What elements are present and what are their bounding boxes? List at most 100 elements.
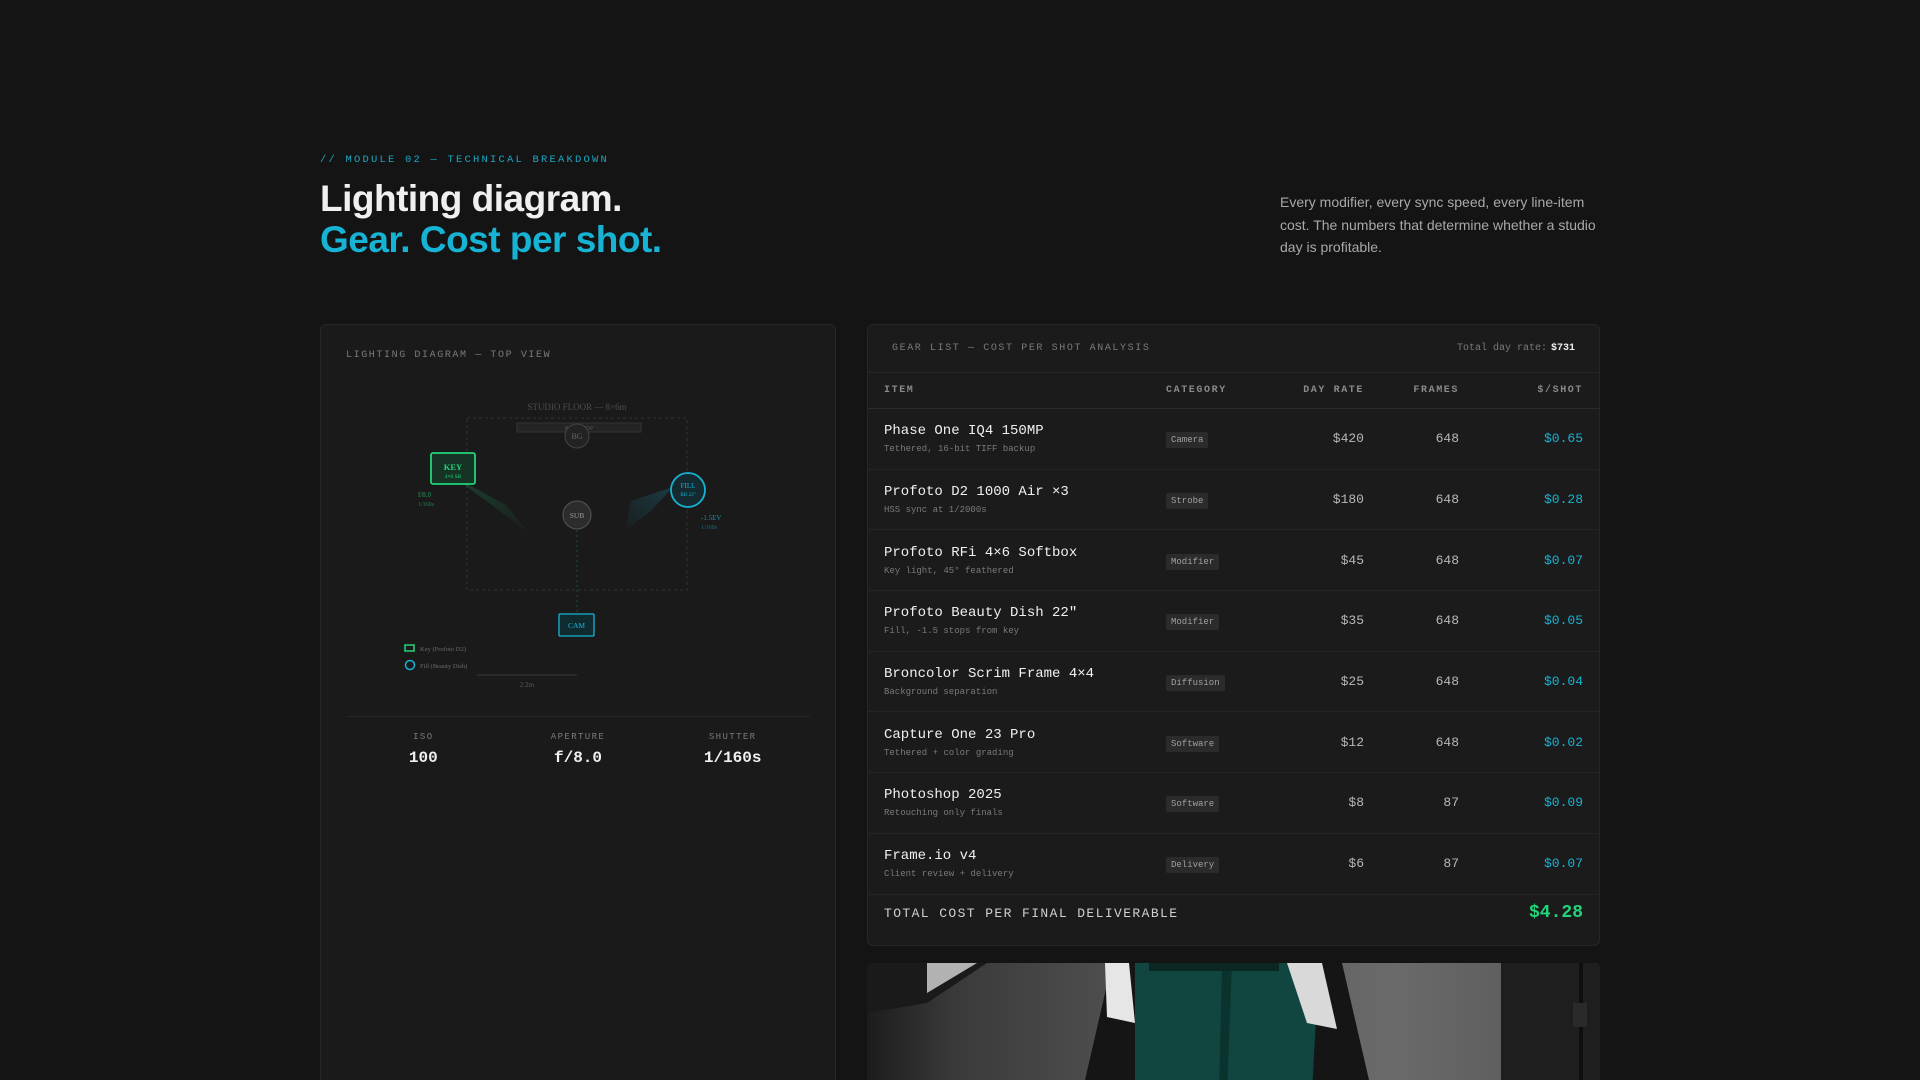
- item-name: Phase One IQ4 150MP: [884, 423, 1044, 440]
- gear-total-row: TOTAL COST PER FINAL DELIVERABLE $4.28: [884, 903, 1583, 923]
- per-shot-cell: $0.09: [1459, 772, 1599, 834]
- table-row[interactable]: Profoto Beauty Dish 22" Fill, -1.5 stops …: [868, 590, 1599, 652]
- item-name: Frame.io v4: [884, 848, 977, 865]
- category-cell: Modifier: [1166, 529, 1284, 592]
- intro-text: Every modifier, every sync speed, every …: [1280, 194, 1596, 255]
- item-name: Capture One 23 Pro: [884, 726, 1036, 743]
- per-shot-cell: $0.05: [1459, 590, 1599, 652]
- table-row[interactable]: Frame.io v4 Client review + delivery Deli…: [868, 833, 1599, 895]
- exif-aperture-value: f/8.0: [554, 749, 603, 767]
- day-rate-cell: $180: [1284, 469, 1364, 531]
- table-row[interactable]: Capture One 23 Pro Tethered + color gradi…: [868, 711, 1599, 774]
- page: // MODULE 02 — TECHNICAL BREAKDOWN Light…: [0, 0, 1920, 1080]
- exif-shutter-label: SHUTTER: [708, 732, 757, 742]
- category-badge: Software: [1166, 735, 1220, 752]
- table-row[interactable]: Photoshop 2025 Retouching only finals Sof…: [868, 772, 1599, 834]
- item-name: Profoto D2 1000 Air ×3: [884, 484, 1069, 501]
- per-shot-cell: $0.07: [1459, 833, 1599, 895]
- total-day-rate: Total day rate: $731: [1457, 343, 1575, 354]
- item-note: Fill, -1.5 stops from key: [884, 626, 1020, 637]
- column-header-category[interactable]: CATEGORY: [1166, 372, 1284, 409]
- exif-shutter: SHUTTER 1/160s: [655, 732, 810, 767]
- item-note: Retouching only finals: [884, 808, 1003, 819]
- item-cell: Profoto Beauty Dish 22" Fill, -1.5 stops …: [868, 590, 1166, 652]
- category-cell: Software: [1166, 772, 1284, 834]
- item-cell: Phase One IQ4 150MP Tethered, 16-bit TIFF…: [868, 408, 1166, 470]
- category-badge: Strobe: [1166, 493, 1209, 510]
- column-header-frames[interactable]: FRAMES: [1364, 372, 1459, 409]
- fill-readout-shutter: 1/160s: [701, 525, 718, 531]
- per-shot-cell: $0.04: [1459, 651, 1599, 713]
- title-line-1: Lighting diagram.: [320, 178, 622, 219]
- exif-aperture-label: APERTURE: [550, 732, 606, 742]
- title-line-2: Gear. Cost per shot.: [320, 219, 662, 260]
- table-row[interactable]: Profoto D2 1000 Air ×3 HSS sync at 1/2000…: [868, 469, 1599, 531]
- per-shot-cell: $0.02: [1459, 711, 1599, 774]
- item-name: Broncolor Scrim Frame 4×4: [884, 666, 1095, 683]
- per-shot-cell: $0.65: [1459, 408, 1599, 470]
- per-shot-cell: $0.28: [1459, 469, 1599, 531]
- background-light-label: BG: [571, 432, 582, 441]
- day-rate-cell: $45: [1284, 529, 1364, 592]
- column-header-item[interactable]: ITEM: [868, 372, 1166, 409]
- table-row[interactable]: Broncolor Scrim Frame 4×4 Background sepa…: [868, 651, 1599, 713]
- per-shot-cell: $0.07: [1459, 529, 1599, 592]
- fill-readout-exposure: -1.5EV: [701, 514, 721, 522]
- category-cell: Modifier: [1166, 590, 1284, 652]
- column-header-day-rate[interactable]: DAY RATE: [1284, 372, 1364, 409]
- category-cell: Diffusion: [1166, 651, 1284, 713]
- item-note: Tethered + color grading: [884, 747, 1014, 758]
- gear-table: ITEM CATEGORY DAY RATE FRAMES $/SHOT Pha…: [868, 372, 1599, 895]
- frames-cell: 648: [1364, 408, 1459, 470]
- item-cell: Profoto RFi 4×6 Softbox Key light, 45° fe…: [868, 529, 1166, 592]
- section-eyebrow: // MODULE 02 — TECHNICAL BREAKDOWN: [320, 154, 610, 166]
- table-row[interactable]: Phase One IQ4 150MP Tethered, 16-bit TIFF…: [868, 408, 1599, 470]
- category-badge: Delivery: [1166, 857, 1220, 874]
- gear-list-panel: GEAR LIST — COST PER SHOT ANALYSIS Total…: [867, 324, 1600, 946]
- exif-divider: [346, 716, 810, 717]
- day-rate-cell: $8: [1284, 772, 1364, 834]
- item-name: Profoto RFi 4×6 Softbox: [884, 544, 1078, 561]
- legend-fill-swatch: [404, 659, 416, 671]
- table-row[interactable]: Profoto RFi 4×6 Softbox Key light, 45° fe…: [868, 529, 1599, 592]
- item-note: HSS sync at 1/2000s: [884, 505, 987, 516]
- gear-panel-header: GEAR LIST — COST PER SHOT ANALYSIS Total…: [892, 343, 1575, 354]
- category-cell: Software: [1166, 711, 1284, 774]
- frames-cell: 648: [1364, 711, 1459, 774]
- studio-photo-image: [867, 963, 1600, 1080]
- gear-panel-label: GEAR LIST — COST PER SHOT ANALYSIS: [892, 343, 1151, 354]
- frames-cell: 87: [1364, 833, 1459, 895]
- item-note: Background separation: [884, 687, 998, 698]
- fill-light-modifier: BD 22": [680, 493, 695, 498]
- fill-light-icon: [670, 472, 706, 508]
- key-light-label: KEY: [444, 462, 462, 472]
- exif-iso-label: ISO: [413, 732, 434, 742]
- exif-aperture: APERTURE f/8.0: [501, 732, 656, 767]
- item-cell: Photoshop 2025 Retouching only finals: [868, 772, 1166, 834]
- legend-fill-label: Fill (Beauty Dish): [420, 663, 467, 670]
- day-rate-cell: $25: [1284, 651, 1364, 713]
- column-header-per-shot[interactable]: $/SHOT: [1459, 372, 1599, 409]
- item-cell: Frame.io v4 Client review + delivery: [868, 833, 1166, 895]
- category-cell: Camera: [1166, 408, 1284, 470]
- camera-label: CAM: [568, 621, 585, 630]
- category-cell: Delivery: [1166, 833, 1284, 895]
- frames-cell: 648: [1364, 469, 1459, 531]
- day-rate-cell: $420: [1284, 408, 1364, 470]
- exif-shutter-value: 1/160s: [703, 749, 762, 767]
- legend-key-label: Key (Profoto D2): [420, 646, 466, 653]
- total-cost-value: $4.28: [1528, 903, 1583, 923]
- total-day-rate-value: $731: [1550, 343, 1575, 354]
- legend-key-swatch: [404, 644, 415, 652]
- lighting-diagram: STUDIO FLOOR — 8×6m BACKDROP BG KEY 4×6 …: [404, 402, 721, 689]
- item-note: Client review + delivery: [884, 869, 1014, 880]
- frames-cell: 648: [1364, 651, 1459, 713]
- day-rate-cell: $12: [1284, 711, 1364, 774]
- item-note: Tethered, 16-bit TIFF backup: [884, 444, 1036, 455]
- distance-label: 2.2m: [520, 681, 535, 689]
- category-cell: Strobe: [1166, 469, 1284, 531]
- item-cell: Capture One 23 Pro Tethered + color gradi…: [868, 711, 1166, 774]
- category-badge: Diffusion: [1166, 675, 1225, 692]
- studio-floor-label: STUDIO FLOOR — 8×6m: [527, 402, 626, 412]
- item-name: Photoshop 2025: [884, 787, 1002, 804]
